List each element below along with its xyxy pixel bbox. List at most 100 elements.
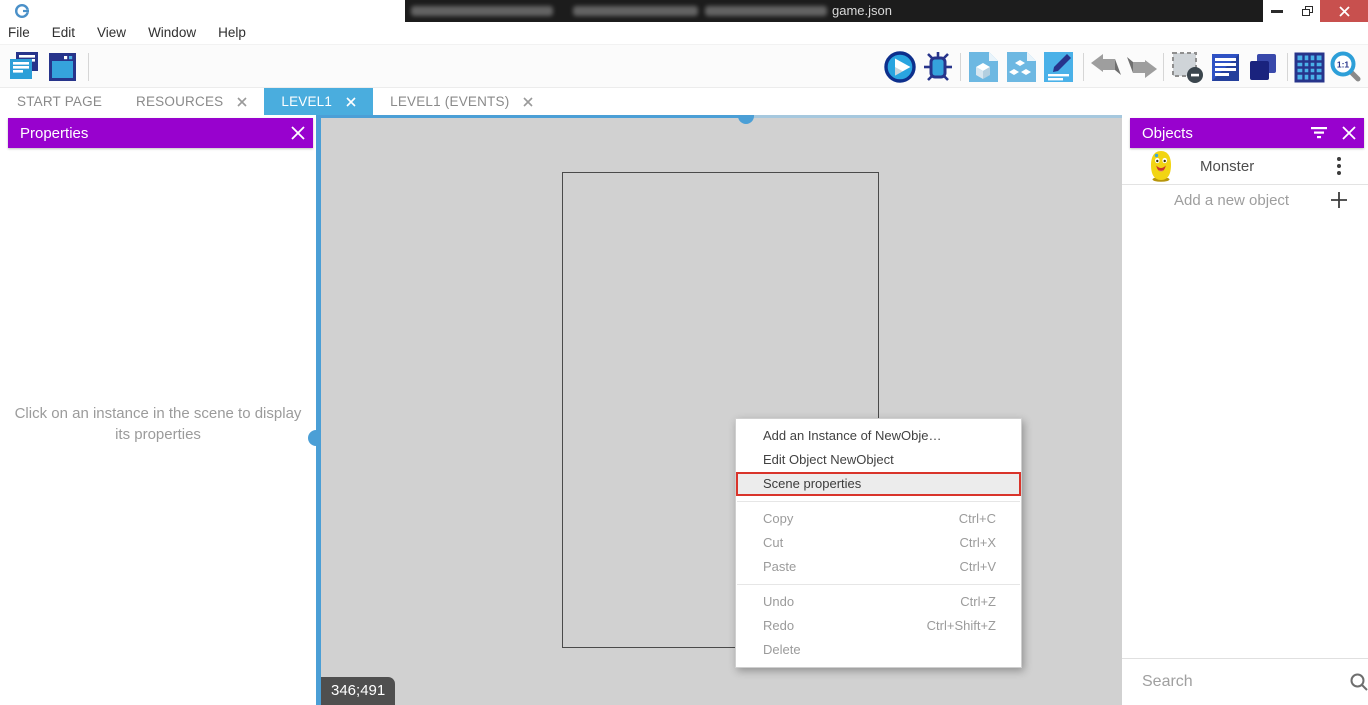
objects-panel: Objects: [1122, 115, 1368, 705]
toolbar-separator: [1287, 53, 1288, 81]
tab-close-icon[interactable]: [346, 97, 356, 107]
shortcut-label: Ctrl+Z: [960, 590, 996, 614]
shortcut-label: Ctrl+V: [960, 555, 996, 579]
start-page-button[interactable]: [45, 50, 79, 84]
tab-resources[interactable]: RESOURCES: [119, 88, 264, 115]
menu-help[interactable]: Help: [207, 22, 257, 44]
context-menu-item-redo[interactable]: Redo Ctrl+Shift+Z: [736, 614, 1021, 638]
delete-selection-button[interactable]: [1170, 50, 1204, 84]
toolbar-separator: [1083, 53, 1084, 81]
objects-search-input[interactable]: [1142, 673, 1349, 691]
object-options-button[interactable]: [1334, 152, 1344, 180]
menu-view[interactable]: View: [86, 22, 137, 44]
objects-panel-header: Objects: [1130, 118, 1364, 148]
toolbar-separator: [88, 53, 89, 81]
objects-panel-title: Objects: [1130, 125, 1304, 142]
toolbar-separator: [1163, 53, 1164, 81]
context-menu-separator: [737, 501, 1020, 502]
shortcut-label: Ctrl+C: [959, 507, 996, 531]
redo-arrow-icon: [1125, 53, 1159, 81]
menu-window[interactable]: Window: [137, 22, 207, 44]
debug-button[interactable]: [921, 50, 955, 84]
close-icon: [1339, 6, 1350, 17]
search-icon: [1349, 672, 1368, 692]
play-preview-button[interactable]: [883, 50, 917, 84]
redo-button[interactable]: [1125, 50, 1159, 84]
properties-panel-title: Properties: [8, 125, 283, 142]
close-icon: [291, 126, 305, 140]
properties-empty-message: Click on an instance in the scene to dis…: [8, 403, 308, 445]
layers-button[interactable]: [1245, 50, 1279, 84]
context-menu-item-scene-properties[interactable]: Scene properties: [736, 472, 1021, 496]
svg-text:1:1: 1:1: [1337, 60, 1350, 70]
minimize-button[interactable]: [1258, 0, 1296, 22]
objects-search-bar: [1122, 658, 1368, 705]
title-band: game.json: [405, 0, 1263, 22]
toggle-grid-button[interactable]: [1292, 50, 1326, 84]
redacted-text: [411, 6, 553, 16]
layers-icon: [1246, 51, 1279, 84]
monster-object-icon: [1148, 150, 1174, 182]
restore-button[interactable]: [1293, 0, 1321, 22]
close-button[interactable]: [1320, 0, 1368, 22]
shortcut-label: Ctrl+X: [960, 531, 996, 555]
menu-file[interactable]: File: [0, 22, 41, 44]
editor-tabs: START PAGE RESOURCES LEVEL1 LEVEL1 (EVEN…: [0, 88, 1368, 115]
add-new-object-button[interactable]: Add a new object: [1122, 185, 1368, 215]
properties-close-button[interactable]: [283, 118, 313, 148]
toolbar-separator: [960, 53, 961, 81]
close-icon: [1342, 126, 1356, 140]
context-menu-separator: [737, 584, 1020, 585]
objects-close-button[interactable]: [1334, 118, 1364, 148]
undo-arrow-icon: [1089, 53, 1123, 81]
zoom-1-1-icon: 1:1: [1328, 50, 1362, 84]
horizontal-splitter-light[interactable]: [746, 115, 1122, 118]
objects-document-icon: [967, 50, 1000, 84]
properties-panel: Properties Click on an instance in the s…: [0, 115, 316, 705]
add-object-label: Add a new object: [1174, 192, 1330, 209]
tab-close-icon[interactable]: [523, 97, 533, 107]
edit-objects-button[interactable]: [966, 50, 1000, 84]
redacted-text: [705, 6, 827, 16]
project-manager-icon: [8, 51, 40, 83]
objects-filter-button[interactable]: [1304, 118, 1334, 148]
object-list-item-monster[interactable]: Monster: [1122, 148, 1368, 184]
instances-document-icon: [1005, 50, 1038, 84]
edit-scene-properties-button[interactable]: [1041, 50, 1075, 84]
minimize-icon: [1271, 10, 1283, 13]
project-manager-button[interactable]: [7, 50, 41, 84]
properties-document-icon: [1042, 50, 1075, 84]
context-menu-item-cut[interactable]: Cut Ctrl+X: [736, 531, 1021, 555]
toolbar: 1:1: [0, 45, 1368, 88]
context-menu-item-paste[interactable]: Paste Ctrl+V: [736, 555, 1021, 579]
tab-level1-events[interactable]: LEVEL1 (EVENTS): [373, 88, 550, 115]
window-title: game.json: [832, 0, 892, 22]
filter-icon: [1311, 127, 1327, 139]
context-menu-item-delete[interactable]: Delete: [736, 638, 1021, 662]
undo-button[interactable]: [1089, 50, 1123, 84]
title-bar: game.json: [0, 0, 1368, 22]
context-menu-item-edit-object[interactable]: Edit Object NewObject: [736, 448, 1021, 472]
shortcut-label: Ctrl+Shift+Z: [927, 614, 996, 638]
edit-instances-button[interactable]: [1004, 50, 1038, 84]
grid-icon: [1294, 52, 1325, 83]
start-page-window-icon: [46, 51, 78, 83]
tab-start-page[interactable]: START PAGE: [0, 88, 119, 115]
debug-bug-icon: [922, 51, 954, 83]
kebab-menu-icon: [1337, 157, 1341, 161]
zoom-original-button[interactable]: 1:1: [1328, 50, 1362, 84]
instances-list-button[interactable]: [1208, 50, 1242, 84]
context-menu-item-undo[interactable]: Undo Ctrl+Z: [736, 590, 1021, 614]
plus-icon: [1330, 191, 1348, 209]
context-menu-item-copy[interactable]: Copy Ctrl+C: [736, 507, 1021, 531]
properties-panel-header: Properties: [8, 118, 313, 148]
gdevelop-window: game.json File Edit View Window Help: [0, 0, 1368, 705]
menu-edit[interactable]: Edit: [41, 22, 86, 44]
tab-level1[interactable]: LEVEL1: [264, 88, 373, 115]
horizontal-splitter[interactable]: [321, 115, 746, 118]
restore-icon: [1302, 6, 1313, 16]
tab-close-icon[interactable]: [237, 97, 247, 107]
context-menu-item-add-instance[interactable]: Add an Instance of NewObje…: [736, 424, 1021, 448]
redacted-text: [573, 6, 698, 16]
play-icon: [883, 50, 917, 84]
